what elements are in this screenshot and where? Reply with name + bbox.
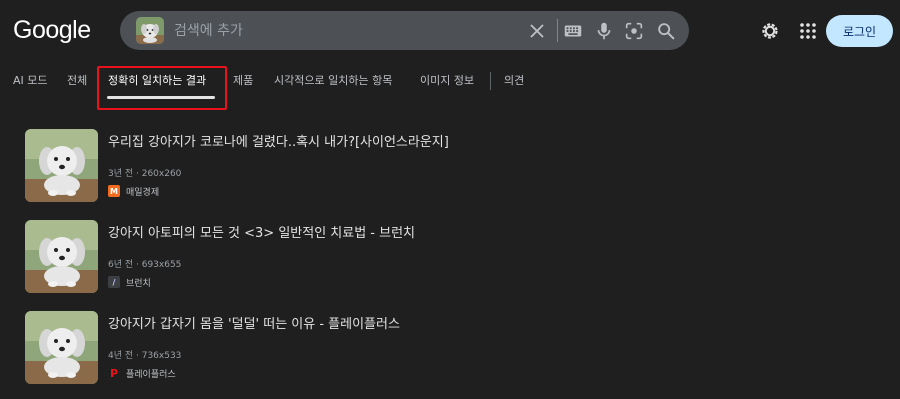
result-meta: 3년 전 · 260x260 [108, 169, 182, 179]
result-source[interactable]: M 매일경제 [108, 184, 159, 198]
close-icon[interactable] [526, 20, 548, 42]
maeil-business-icon: M [108, 185, 120, 197]
google-logo[interactable]: Google [13, 16, 91, 45]
source-name: 매일경제 [126, 187, 160, 198]
tab-ai-mode[interactable]: AI 모드 [13, 72, 48, 88]
apps-grid-icon[interactable] [796, 19, 820, 43]
result-source[interactable]: P 플레이플러스 [108, 366, 176, 380]
login-button[interactable]: 로그인 [826, 15, 893, 47]
search-divider [557, 19, 558, 42]
result-meta: 6년 전 · 693x655 [108, 260, 182, 270]
search-input[interactable] [174, 11, 504, 50]
tab-separator [490, 72, 491, 90]
result-title[interactable]: 강아지 아토피의 모든 것 <3> 일반적인 치료법 - 브런치 [108, 222, 415, 241]
source-name: 브런치 [126, 278, 151, 289]
brunch-icon: / [108, 276, 120, 288]
search-icon[interactable] [655, 20, 677, 42]
highlight-box [97, 66, 227, 110]
tab-products[interactable]: 제품 [233, 72, 253, 88]
tab-all[interactable]: 전체 [67, 72, 87, 88]
result-title[interactable]: 강아지가 갑자기 몸을 '덜덜' 떠는 이유 - 플레이플러스 [108, 313, 400, 332]
tab-image-info[interactable]: 이미지 정보 [420, 72, 474, 88]
tab-feedback[interactable]: 의견 [504, 72, 524, 88]
mic-icon[interactable] [593, 20, 615, 42]
tab-visual-matches[interactable]: 시각적으로 일치하는 항목 [274, 72, 392, 88]
lens-icon[interactable] [623, 20, 645, 42]
result-source[interactable]: / 브런치 [108, 275, 151, 289]
search-bar[interactable] [120, 11, 689, 50]
keyboard-icon[interactable] [562, 20, 584, 42]
result-title[interactable]: 우리집 강아지가 코로나에 걸렸다..혹시 내가?[사이언스라운지] [108, 131, 449, 150]
result-thumbnail[interactable] [25, 220, 98, 293]
result-meta: 4년 전 · 736x533 [108, 351, 182, 361]
image-query-thumbnail[interactable] [136, 17, 164, 44]
source-name: 플레이플러스 [126, 369, 176, 380]
playplus-icon: P [109, 366, 119, 380]
result-item[interactable]: 강아지 아토피의 모든 것 <3> 일반적인 치료법 - 브런치 6년 전 · … [25, 220, 725, 295]
result-item[interactable]: 우리집 강아지가 코로나에 걸렸다..혹시 내가?[사이언스라운지] 3년 전 … [25, 129, 725, 204]
result-item[interactable]: 강아지가 갑자기 몸을 '덜덜' 떠는 이유 - 플레이플러스 4년 전 · 7… [25, 311, 725, 386]
gear-icon[interactable] [758, 19, 782, 43]
result-thumbnail[interactable] [25, 311, 98, 384]
result-thumbnail[interactable] [25, 129, 98, 202]
